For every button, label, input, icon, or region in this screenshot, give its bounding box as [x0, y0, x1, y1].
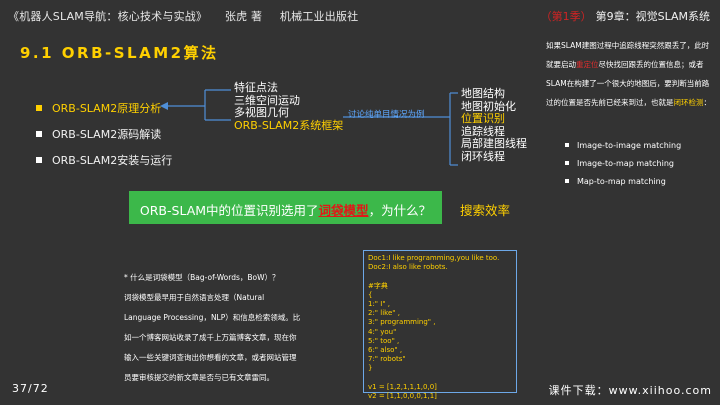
keyword-relocalization: 重定位 — [576, 60, 599, 69]
code-line: 4:" you" — [368, 327, 397, 336]
mid-item-highlighted: ORB-SLAM2系统框架 — [234, 118, 344, 132]
side-text: ： — [703, 98, 712, 107]
right-item: 闭环线程 — [461, 149, 505, 163]
side-item-label: Image-to-map matching — [577, 159, 674, 168]
question-part: ，为什么？ — [368, 203, 432, 218]
bullet-square-icon — [565, 142, 569, 147]
code-text: Doc1:I like programming,you like too. Doc… — [368, 254, 516, 401]
mid-list: 特征点法 三维空间运动 多视图几何 ORB-SLAM2系统框架 — [234, 81, 344, 132]
code-line: 7:" robots" — [368, 355, 406, 364]
arrow-label: 讨论纯单目情况为例 — [348, 110, 425, 120]
code-line: #字典 — [368, 281, 388, 290]
keyword-loop-closure: 闭环检测 — [673, 98, 704, 107]
code-line: v1 = [1,2,1,1,1,0,0] — [368, 382, 437, 391]
code-line: { — [368, 290, 373, 299]
footer-download[interactable]: 课件下载：www.xiihoo.com — [549, 382, 712, 398]
page-number: 37/72 — [12, 382, 49, 395]
bullet-square-icon — [36, 131, 42, 137]
mid-item: 特征点法 — [234, 81, 278, 94]
code-line: 2:" like" , — [368, 309, 400, 318]
bullet-square-icon — [565, 178, 569, 183]
code-line: Doc1:I like programming,you like too. — [368, 254, 500, 262]
answer-text: 搜索效率 — [460, 203, 511, 218]
code-line: v2 = [1,1,0,0,0,1,1] — [368, 392, 437, 401]
bullet-source[interactable]: ORB-SLAM2源码解读 — [36, 126, 161, 142]
side-item-label: Image-to-image matching — [577, 141, 682, 150]
code-line: Doc2:I also like robots. — [368, 263, 448, 272]
side-item-label: Map-to-map matching — [577, 177, 666, 186]
bullet-square-icon — [565, 160, 569, 165]
code-line: 1:" I" , — [368, 300, 390, 309]
bow-explanation: * 什么是词袋模型（Bag-of-Words，BoW）？ 词袋模型最早用于自然语… — [124, 268, 302, 388]
right-item-highlighted: 位置识别 — [461, 112, 505, 125]
bullet-label: ORB-SLAM2安装与运行 — [52, 154, 173, 167]
question-part: ORB-SLAM中的位置识别选用了 — [139, 203, 319, 218]
code-line: } — [368, 364, 373, 373]
right-item: 地图结构 — [461, 87, 505, 100]
bullet-label: ORB-SLAM2源码解读 — [52, 128, 162, 141]
code-line: 6:" also" , — [368, 346, 403, 355]
code-line: 5:" too" , — [368, 336, 400, 345]
side-item: Image-to-image matching — [565, 141, 681, 150]
right-item: 局部建图线程 — [461, 137, 527, 150]
question-keyword: 词袋模型 — [318, 203, 369, 218]
right-list: 地图结构 地图初始化 位置识别 追踪线程 局部建图线程 闭环线程 — [461, 87, 527, 163]
bullet-label: ORB-SLAM2原理分析 — [52, 102, 162, 115]
bullet-install[interactable]: ORB-SLAM2安装与运行 — [36, 152, 172, 168]
bow-paragraph: 词袋模型最早用于自然语言处理（Natural Language Processi… — [124, 293, 301, 382]
side-item: Map-to-map matching — [565, 177, 666, 186]
bullet-square-icon — [36, 105, 42, 111]
bow-heading: * 什么是词袋模型（Bag-of-Words，BoW）？ — [124, 273, 280, 282]
bullet-principle[interactable]: ORB-SLAM2原理分析 — [36, 100, 161, 116]
bullet-square-icon — [36, 157, 42, 163]
code-line: 3:" programming" , — [368, 318, 436, 327]
side-item: Image-to-map matching — [565, 159, 674, 168]
side-paragraph: 如果SLAM建图过程中追踪线程突然跟丢了，此时就要启动重定位尽快找回跟丢的位置信… — [546, 36, 712, 112]
question-text: ORB-SLAM中的位置识别选用了词袋模型，为什么？ — [129, 200, 442, 219]
mid-item: 多视图几何 — [234, 106, 289, 119]
